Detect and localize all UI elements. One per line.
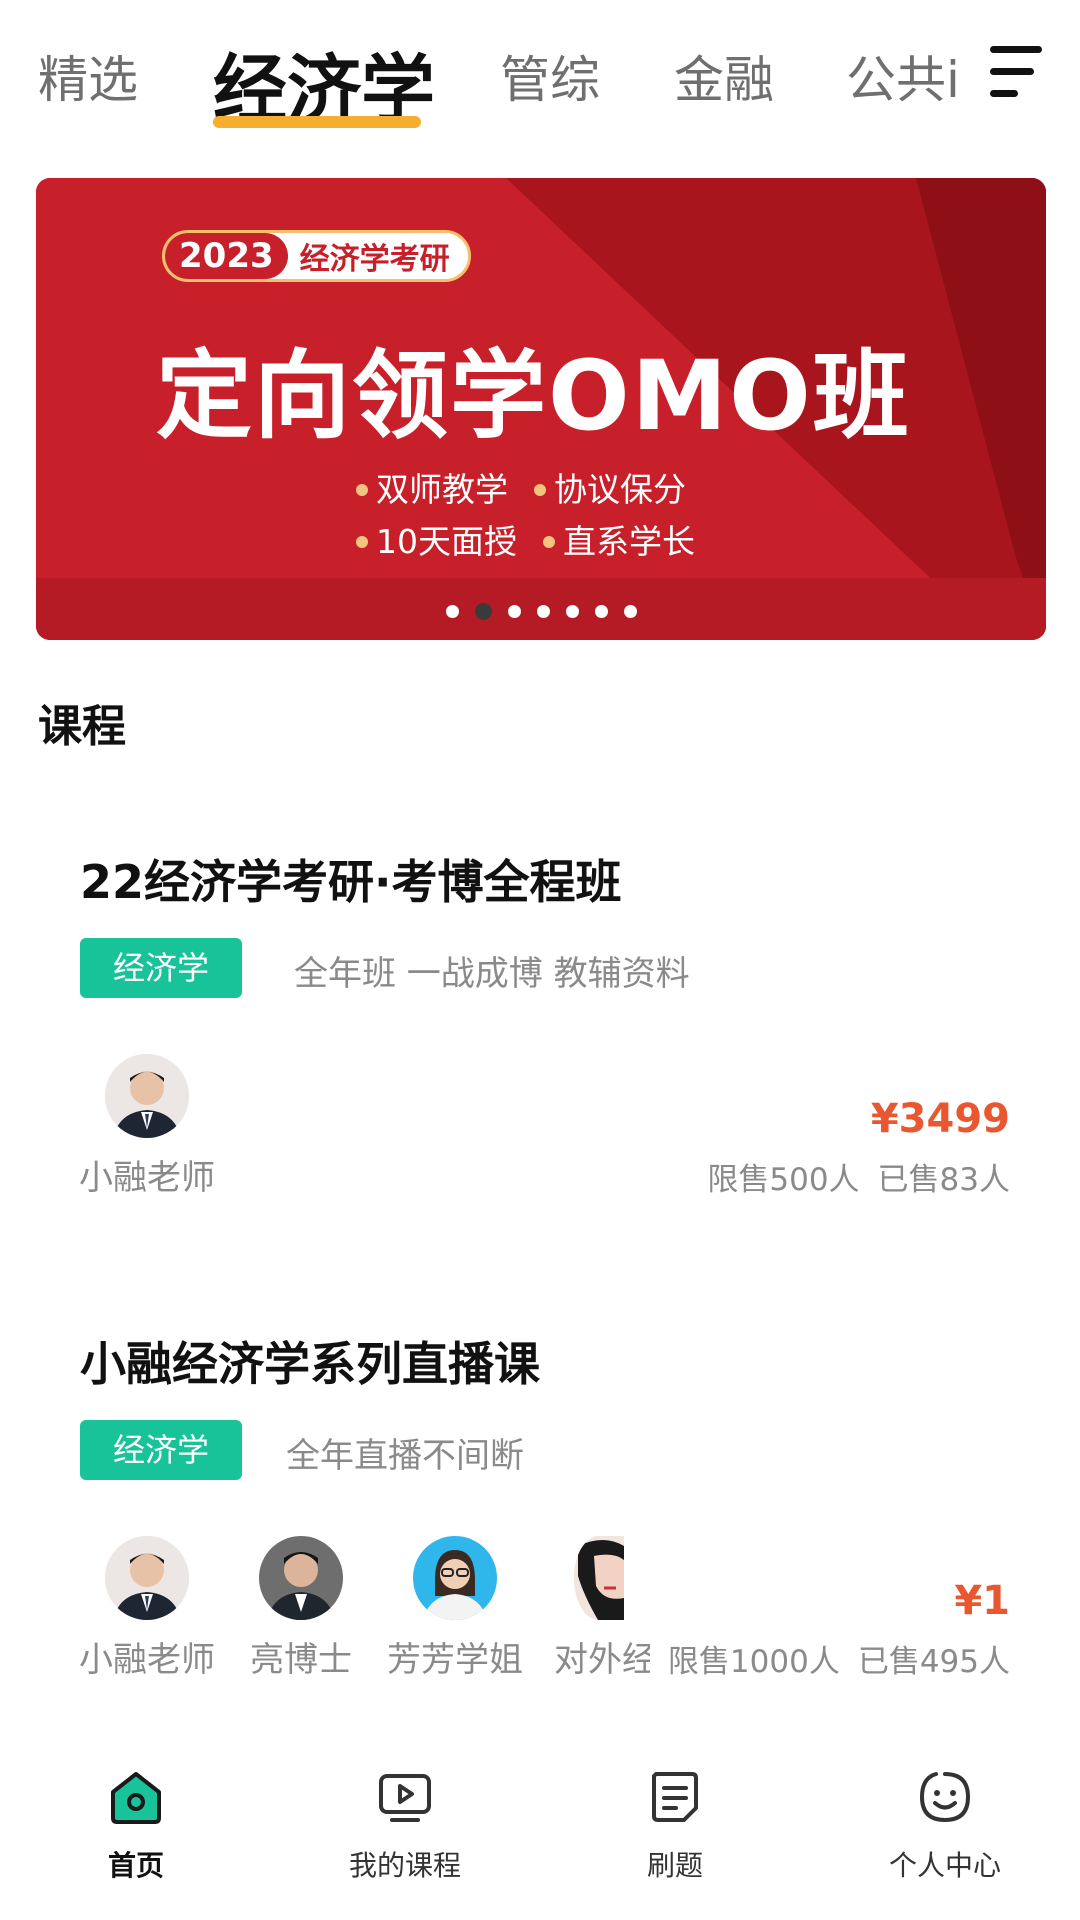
nav-label: 刷题 [646,1849,703,1882]
carousel-dot[interactable] [565,605,579,618]
banner-bullets: 双师教学 协议保分 10天面授 直系学长 [356,464,695,568]
course-sales: 限售1000人 已售495人 [649,1636,1010,1681]
smiley-icon [919,1772,971,1823]
menu-icon[interactable] [990,44,1044,100]
banner-bullet: 10天面授 [376,522,517,561]
tab-featured[interactable]: 精选 [38,40,138,112]
carousel-dot[interactable] [536,605,550,618]
nav-item-my-courses[interactable]: 我的课程 [305,1768,505,1884]
tab-management[interactable]: 管综 [500,40,600,112]
nav-item-home[interactable]: 首页 [36,1768,236,1884]
carousel-dot-active[interactable] [474,603,492,620]
carousel-indicator [36,603,1046,620]
promo-banner[interactable]: 2023 经济学考研 定向领学OMO班 双师教学 协议保分 10天面授 直系学长 [36,178,1046,640]
tab-public-clip: 公共i [846,40,956,110]
teacher-name: 亮博士 [250,1640,352,1680]
course-card[interactable]: 小融经济学系列直播课 经济学 全年直播不间断 小融老师 亮博士 芳芳学姐 对外经… [36,1282,1046,1722]
banner-year: 2023 [165,233,288,279]
nav-label: 首页 [107,1849,164,1882]
banner-bullet: 协议保分 [554,470,686,509]
nav-label: 个人中心 [888,1849,1001,1882]
course-price: ¥3499 [870,1096,1010,1142]
section-title: 课程 [38,701,126,752]
teacher-name: 小融老师 [79,1640,215,1680]
nav-label: 我的课程 [348,1849,461,1882]
teacher[interactable]: 小融老师 [72,1536,222,1681]
banner-bullet: 双师教学 [376,470,508,509]
teacher[interactable]: 对外经 [534,1536,664,1681]
teacher-name: 对外经 [554,1640,656,1680]
sales-sold: 已售83人 [877,1162,1010,1198]
banner-tag: 经济学考研 [299,242,450,277]
nav-item-profile[interactable]: 个人中心 [845,1768,1045,1884]
bullet-dot-icon [356,484,368,496]
carousel-dot[interactable] [445,605,459,618]
nav-item-practice[interactable]: 刷题 [575,1768,775,1884]
tab-finance[interactable]: 金融 [674,40,774,112]
teacher-avatar [105,1054,189,1138]
teacher-name: 小融老师 [79,1158,215,1198]
home-icon [111,1772,161,1824]
bottom-navigation: 首页 我的课程 刷题 个人中心 [0,1748,1080,1920]
banner-year-pill: 2023 经济学考研 [162,230,471,282]
banner-title: 定向领学OMO班 [156,340,911,452]
carousel-dot[interactable] [507,605,521,618]
teacher-avatar [105,1536,189,1620]
course-desc: 全年班 一战成博 教辅资料 [294,954,690,994]
carousel-dot[interactable] [623,605,637,618]
teacher-avatar [259,1536,343,1620]
sales-sold: 已售495人 [857,1644,1010,1680]
teacher[interactable]: 亮博士 [226,1536,376,1681]
teacher-name: 芳芳学姐 [387,1640,523,1680]
course-sales: 限售500人 已售83人 [689,1154,1010,1199]
teacher-avatar [413,1536,497,1620]
banner-bullet: 直系学长 [563,522,695,561]
document-icon [652,1772,698,1822]
teacher[interactable]: 小融老师 [72,1054,222,1199]
tab-public[interactable]: 公共i [846,40,956,110]
course-price: ¥1 [954,1578,1010,1624]
bullet-dot-icon [356,536,368,548]
course-title: 22经济学考研·考博全程班 [80,855,622,909]
bullet-dot-icon [534,484,546,496]
category-tabs: 精选 经济学 管综 金融 公共i [0,0,1080,140]
active-tab-indicator [213,116,421,128]
course-tag: 经济学 [80,1420,242,1480]
course-card[interactable]: 22经济学考研·考博全程班 经济学 全年班 一战成博 教辅资料 小融老师 ¥34… [36,800,1046,1240]
play-screen-icon [379,1774,431,1822]
course-title: 小融经济学系列直播课 [80,1337,540,1391]
sales-limit: 限售1000人 [667,1644,840,1680]
bullet-dot-icon [543,536,555,548]
course-desc: 全年直播不间断 [286,1436,524,1476]
teacher-avatar [574,1536,624,1620]
course-tag: 经济学 [80,938,242,998]
carousel-dot[interactable] [594,605,608,618]
teacher[interactable]: 芳芳学姐 [380,1536,530,1681]
sales-limit: 限售500人 [707,1162,860,1198]
